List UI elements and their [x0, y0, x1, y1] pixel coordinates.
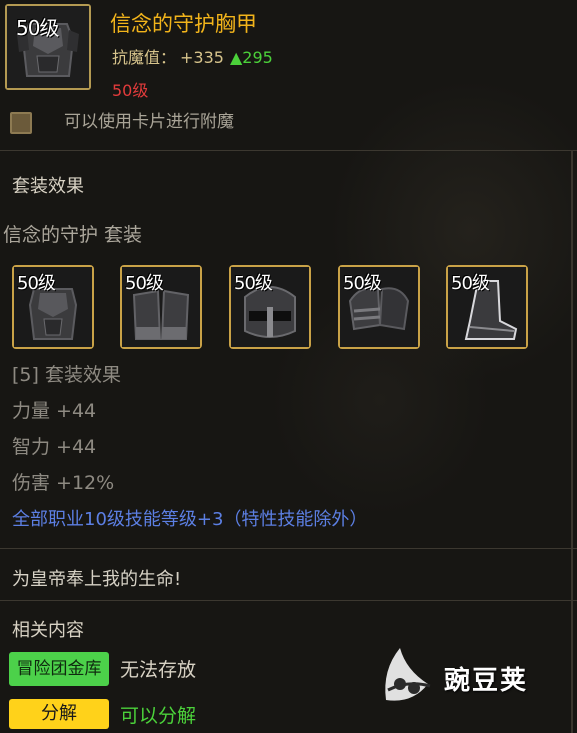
- split-status: 可以分解: [120, 705, 197, 727]
- effect-intelligence: 智力 +44: [12, 436, 97, 458]
- item-level-label: 50级: [16, 16, 59, 40]
- split-badge: 分解: [9, 699, 109, 729]
- magic-resist-stat: 抗魔值： +335 ▲295: [112, 44, 273, 68]
- effect-damage: 伤害 +12%: [12, 472, 115, 494]
- stat-value: +335: [180, 48, 224, 67]
- divider: [0, 600, 577, 601]
- flavor-text: 为皇帝奉上我的生命!: [12, 569, 182, 590]
- set-piece-level: 50级: [125, 273, 164, 294]
- effect-strength: 力量 +44: [12, 400, 97, 422]
- storage-badge: 冒险团金库: [9, 652, 109, 686]
- item-tooltip-panel: 50级 信念的守护胸甲 抗魔值： +335 ▲295 50级 可以使用卡片进行附魔 …: [0, 0, 577, 733]
- divider: [0, 548, 577, 549]
- set-piece-helmet[interactable]: 50级: [229, 265, 311, 349]
- set-effect-title: 套装效果: [12, 176, 84, 197]
- set-piece-level: 50级: [17, 273, 56, 294]
- storage-status: 无法存放: [120, 659, 197, 681]
- stat-increase: ▲295: [229, 48, 273, 67]
- skill-bonus-line: 全部职业10级技能等级+3（特性技能除外）: [12, 509, 368, 530]
- set-piece-level: 50级: [234, 273, 273, 294]
- set-effect-header: [5] 套装效果: [12, 364, 121, 386]
- enchant-text: 可以使用卡片进行附魔: [64, 112, 234, 132]
- set-piece-shoulder[interactable]: 50级: [338, 265, 420, 349]
- set-piece-chest[interactable]: 50级: [12, 265, 94, 349]
- item-icon-frame: 50级: [5, 4, 91, 90]
- set-piece-boots[interactable]: 50级: [446, 265, 528, 349]
- set-piece-legs[interactable]: 50级: [120, 265, 202, 349]
- related-title: 相关内容: [12, 620, 84, 641]
- divider: [0, 150, 577, 151]
- panel-border: [571, 150, 573, 733]
- set-name: 信念的守护 套装: [3, 224, 143, 246]
- required-level: 50级: [112, 81, 149, 100]
- stat-label: 抗魔值：: [112, 48, 177, 67]
- set-piece-level: 50级: [451, 273, 490, 294]
- enchant-checkbox[interactable]: [10, 112, 32, 134]
- item-name: 信念的守护胸甲: [110, 12, 257, 36]
- watermark-text: 豌豆荚: [444, 666, 529, 696]
- set-piece-level: 50级: [343, 273, 382, 294]
